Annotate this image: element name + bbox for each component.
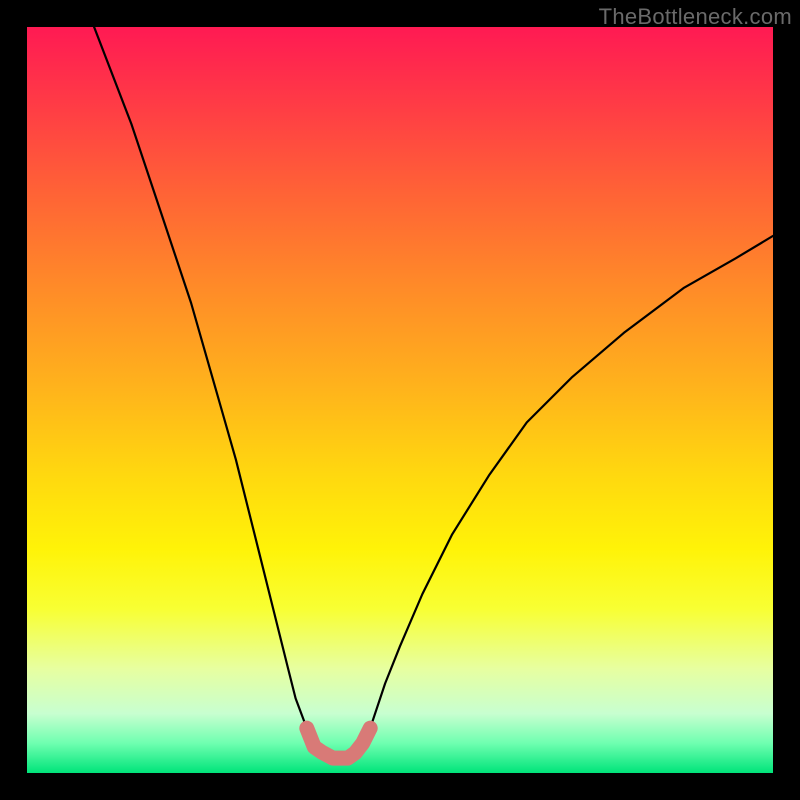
- highlight-segment-path: [307, 728, 370, 758]
- curve-svg: [27, 27, 773, 773]
- plot-frame: [27, 27, 773, 773]
- bottleneck-curve-path: [94, 27, 773, 758]
